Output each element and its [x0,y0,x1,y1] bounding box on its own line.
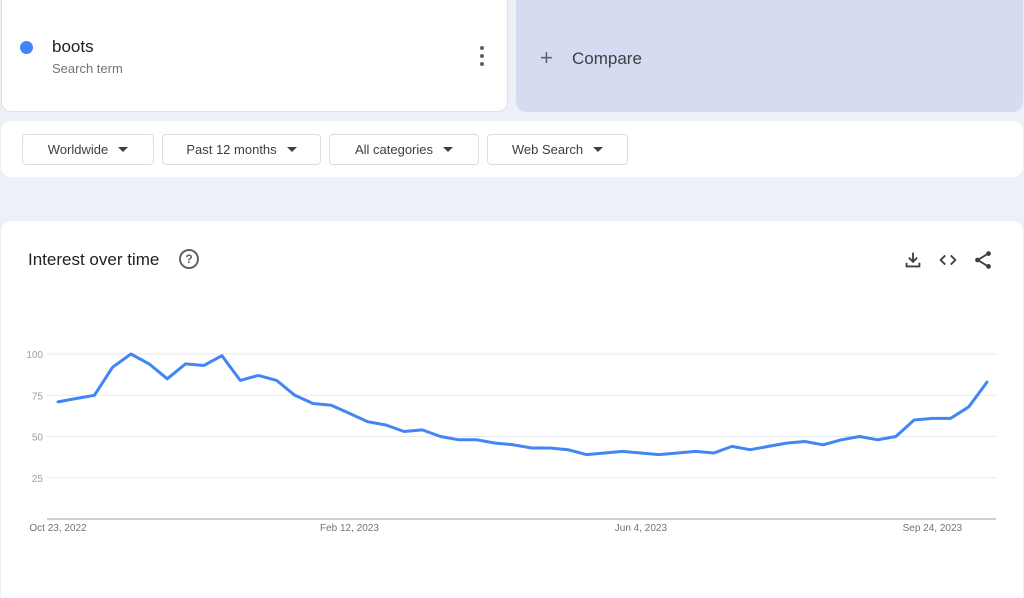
caret-down-icon [593,147,604,152]
y-axis-ticks: 25 50 75 100 [26,350,43,485]
y-tick-label: 25 [32,474,44,485]
plus-icon[interactable]: + [540,47,553,69]
search-term-name[interactable]: boots [52,37,94,57]
interest-line-chart: 25 50 75 100 Oct 23, 2022 Feb 12, 2023 Jun 4,… [26,350,996,534]
y-tick-label: 75 [32,391,44,402]
x-tick-label: Sep 24, 2023 [903,523,963,534]
category-filter-label: All categories [354,142,434,157]
x-axis-ticks: Oct 23, 2022 Feb 12, 2023 Jun 4, 2023 Sep 2… [29,523,962,534]
caret-down-icon [286,147,297,152]
time-range-filter-button[interactable]: Past 12 months [162,134,321,165]
embed-code-icon[interactable] [937,249,959,271]
region-filter-label: Worldwide [47,142,109,157]
x-tick-label: Feb 12, 2023 [320,523,379,534]
caret-down-icon [118,147,129,152]
time-range-filter-label: Past 12 months [186,142,277,157]
compare-label[interactable]: Compare [572,49,642,69]
search-type-filter-button[interactable]: Web Search [487,134,628,165]
search-type-filter-label: Web Search [511,142,584,157]
x-tick-label: Oct 23, 2022 [29,523,87,534]
search-term-subtitle: Search term [52,61,123,76]
more-vert-icon[interactable] [474,46,490,66]
chart-title: Interest over time [28,250,160,269]
series-line-boots[interactable] [56,352,989,457]
download-icon[interactable] [902,249,924,271]
region-filter-button[interactable]: Worldwide [22,134,154,165]
chart-series [56,352,989,457]
share-icon[interactable] [972,249,994,271]
caret-down-icon [443,147,454,152]
y-tick-label: 50 [32,433,44,444]
y-tick-label: 100 [26,350,43,361]
series-color-dot [20,41,33,54]
x-tick-label: Jun 4, 2023 [615,523,668,534]
category-filter-button[interactable]: All categories [329,134,479,165]
help-icon[interactable]: ? [179,249,199,269]
